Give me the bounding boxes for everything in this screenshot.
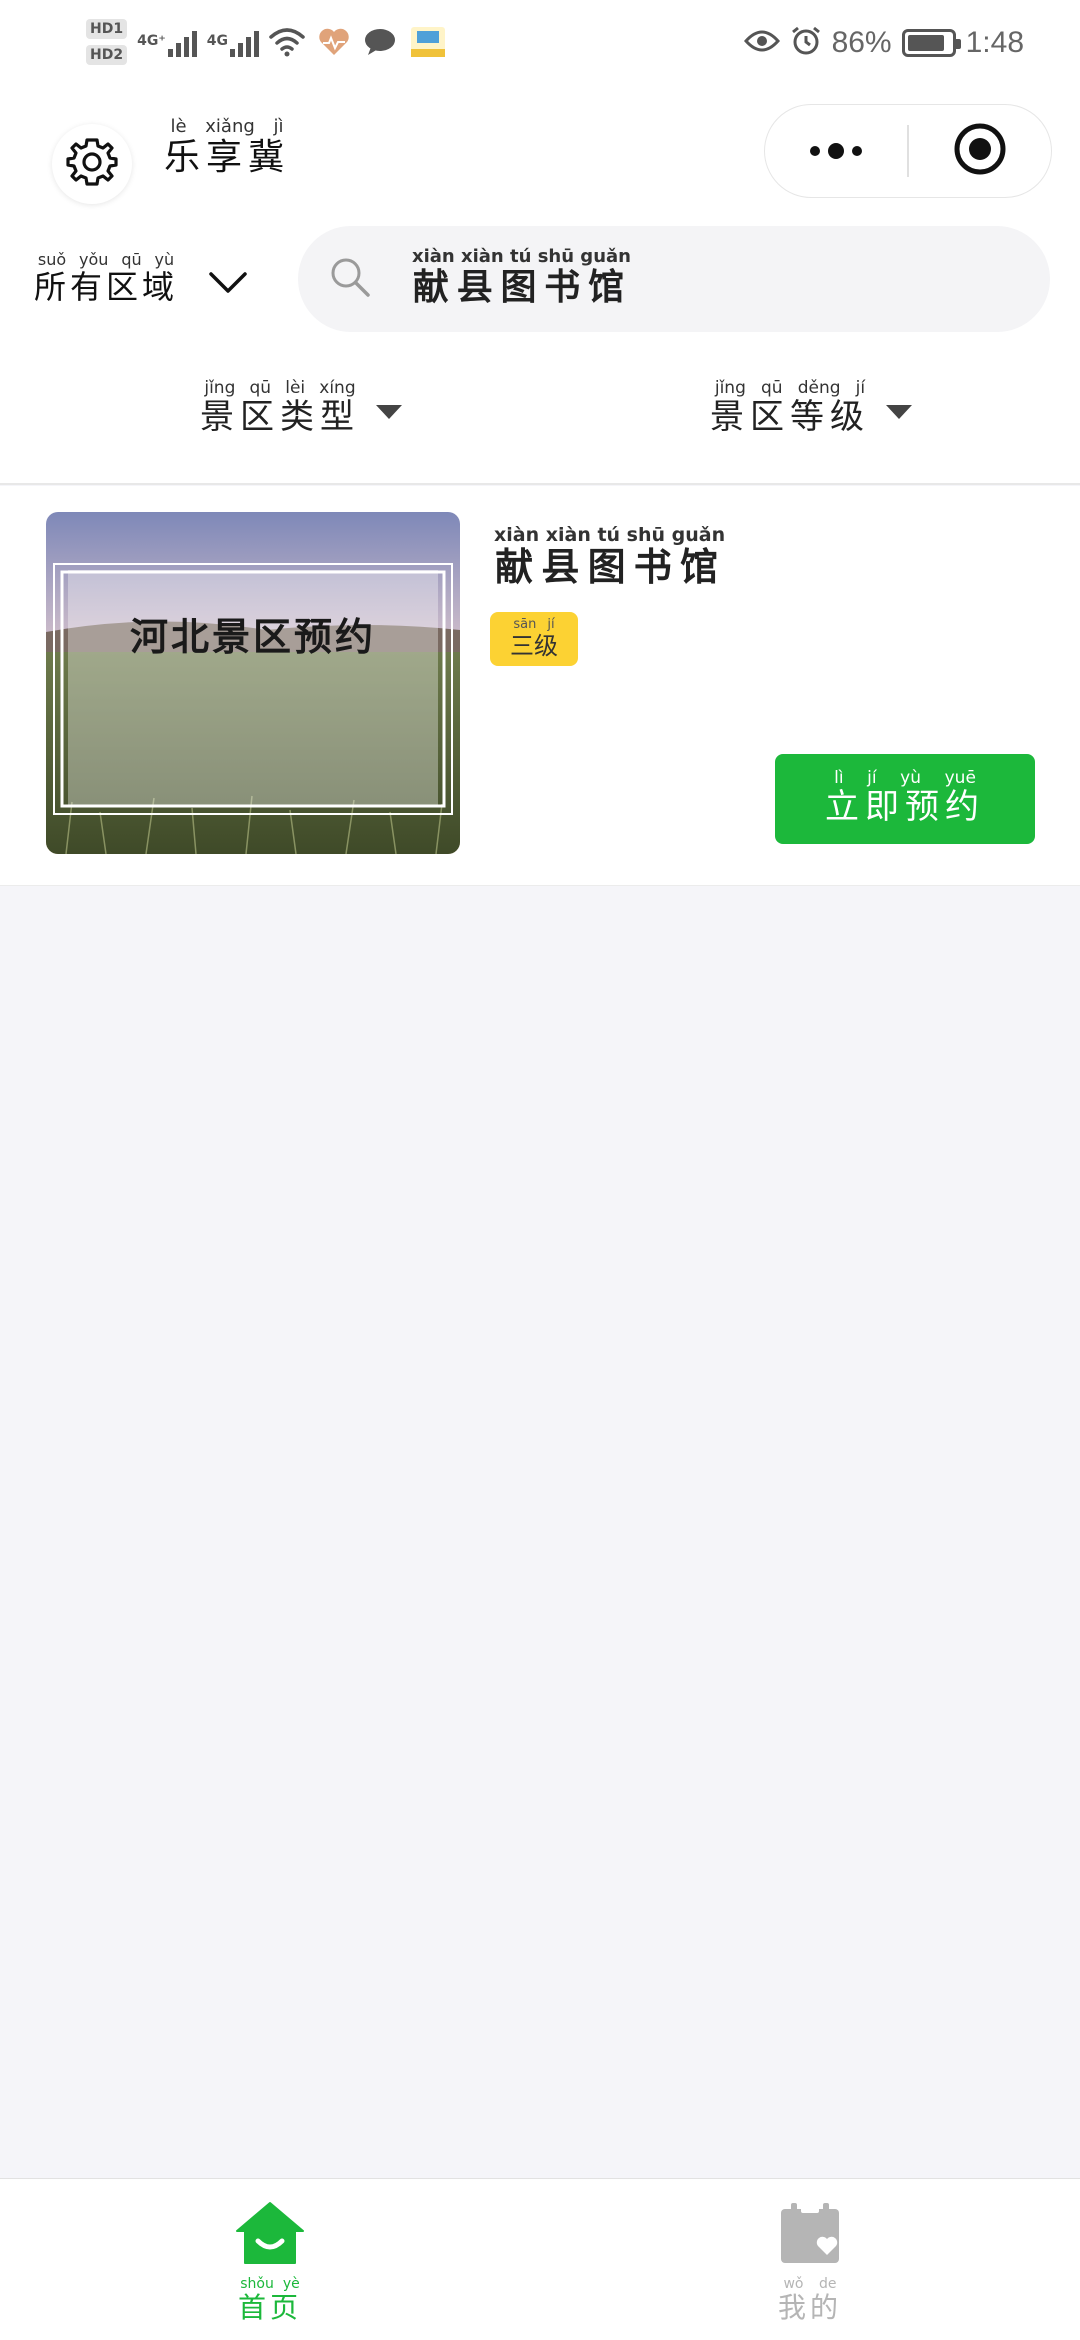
status-bar: HD1 HD2 4G⁺ 4G 86% 1:48 xyxy=(0,0,1080,90)
signal-bars-icon xyxy=(167,27,197,57)
wifi-icon xyxy=(269,27,305,57)
filter-scenic-type[interactable]: 景区类型jǐng qū lèi xíng xyxy=(200,378,402,438)
app-title-text: 乐享冀 xyxy=(164,137,291,178)
signal-sim1: 4G⁺ xyxy=(137,27,197,57)
level-badge-pinyin: sān jí xyxy=(510,616,558,632)
settings-button[interactable] xyxy=(52,124,132,204)
bottom-tab-bar: 首页shǒu yè 我的wǒ de xyxy=(0,2178,1080,2340)
level-badge-text: 三级 xyxy=(510,631,558,660)
target-close-icon xyxy=(952,121,1008,181)
hd1-badge: HD1 xyxy=(86,19,128,39)
more-dots-icon xyxy=(810,146,820,156)
app-badge-icon xyxy=(409,25,447,59)
more-dots-icon xyxy=(828,143,844,159)
health-heart-icon xyxy=(317,27,351,57)
filter-type-pinyin: jǐng qū lèi xíng xyxy=(200,378,360,398)
region-selector[interactable]: 所有区域suǒ yǒu qū yù xyxy=(34,250,248,308)
tab-home-label: 首页 xyxy=(237,2291,302,2324)
result-name: 献县图书馆xiàn xiàn tú shū guǎn xyxy=(494,524,726,591)
signal-sim2: 4G xyxy=(207,27,259,57)
caret-down-icon xyxy=(376,405,402,419)
filter-level-pinyin: jǐng qū děng jí xyxy=(710,378,870,398)
capsule-more-button[interactable] xyxy=(765,105,907,197)
clock: 1:48 xyxy=(965,26,1024,59)
status-bar-left: HD1 HD2 4G⁺ 4G xyxy=(86,12,459,72)
level-badge: 三级sān jí xyxy=(490,612,578,666)
profile-calendar-icon xyxy=(775,2201,845,2269)
region-label: 所有区域 xyxy=(34,268,179,306)
book-now-label: 立即预约 xyxy=(825,787,985,827)
tab-mine-label: 我的 xyxy=(777,2291,842,2324)
battery-icon xyxy=(901,29,961,57)
miniprogram-capsule xyxy=(764,104,1052,198)
message-bubble-icon xyxy=(363,27,397,57)
gear-icon xyxy=(66,136,118,192)
book-now-pinyin: lì jí yù yuē xyxy=(825,768,985,788)
scenic-thumbnail: 河北景区预约 xyxy=(46,512,460,854)
home-icon xyxy=(235,2201,305,2269)
filter-scenic-level[interactable]: 景区等级jǐng qū děng jí xyxy=(710,378,912,438)
more-dots-icon xyxy=(852,146,862,156)
book-now-button[interactable]: 立即预约lì jí yù yuē xyxy=(775,754,1035,844)
thumbnail-caption: 河北景区预约 xyxy=(129,614,376,659)
network-type-label: 4G xyxy=(206,33,228,49)
region-pinyin: suǒ yǒu qū yù xyxy=(34,250,178,269)
capsule-close-button[interactable] xyxy=(909,105,1051,197)
hd2-badge: HD2 xyxy=(86,45,128,65)
battery-percent: 86% xyxy=(831,26,892,59)
tab-home-pinyin: shǒu yè xyxy=(237,2276,302,2292)
filter-level-label: 景区等级 xyxy=(710,397,870,437)
network-type-label: 4G⁺ xyxy=(137,33,166,49)
app-title: 乐享冀lè xiǎng jì xyxy=(164,116,291,180)
signal-bars-icon xyxy=(229,27,259,57)
chevron-down-icon xyxy=(208,270,248,300)
search-icon xyxy=(328,255,372,303)
filter-divider xyxy=(0,483,1080,485)
alarm-icon xyxy=(790,25,822,61)
status-bar-right: 86% 1:48 xyxy=(743,18,1024,68)
tab-home[interactable]: 首页shǒu yè xyxy=(140,2201,400,2326)
search-bar[interactable]: 献县图书馆xiàn xiàn tú shū guǎn xyxy=(298,226,1050,332)
result-name-pinyin: xiàn xiàn tú shū guǎn xyxy=(494,524,726,546)
search-pinyin: xiàn xiàn tú shū guǎn xyxy=(412,246,631,267)
filter-type-label: 景区类型 xyxy=(200,397,360,437)
tab-mine-pinyin: wǒ de xyxy=(777,2276,842,2292)
result-name-text: 献县图书馆 xyxy=(494,545,726,589)
battery-fill xyxy=(907,35,944,51)
search-input[interactable]: 献县图书馆 xyxy=(412,267,631,308)
caret-down-icon xyxy=(886,405,912,419)
app-title-pinyin: lè xiǎng jì xyxy=(164,116,290,137)
hd-indicators: HD1 HD2 xyxy=(86,19,128,65)
tab-mine[interactable]: 我的wǒ de xyxy=(680,2201,940,2326)
eye-icon xyxy=(743,29,780,57)
result-card[interactable]: 河北景区预约 献县图书馆xiàn xiàn tú shū guǎn 三级sān … xyxy=(0,486,1080,886)
